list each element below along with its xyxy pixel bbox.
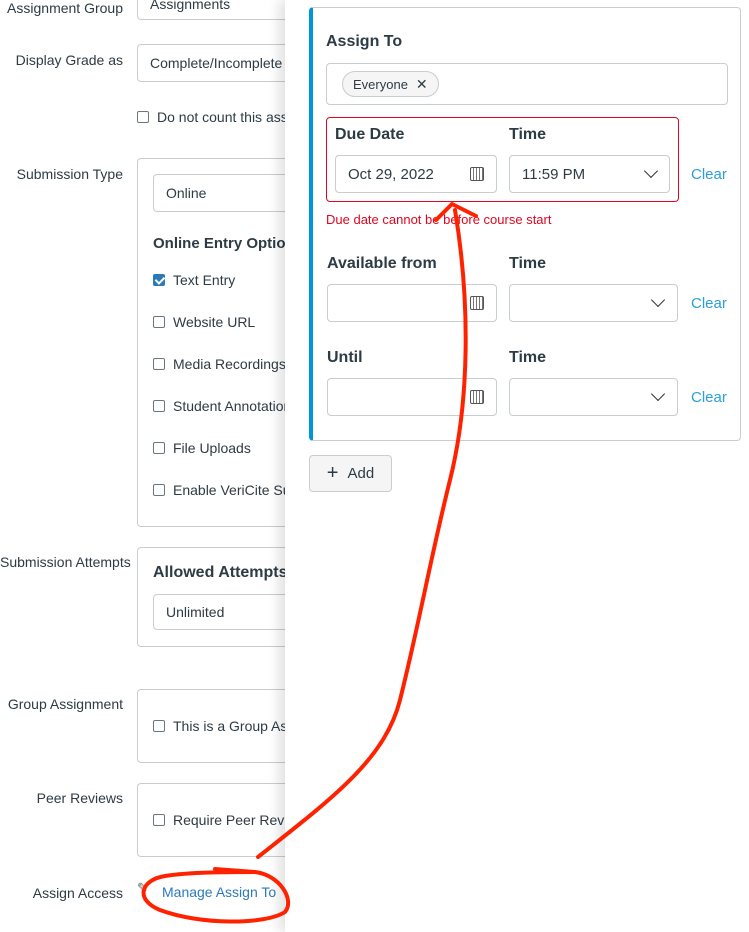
- red-annotation: [141, 202, 478, 924]
- annotation-circle: [141, 867, 291, 924]
- annotation-arrow-line: [256, 208, 468, 859]
